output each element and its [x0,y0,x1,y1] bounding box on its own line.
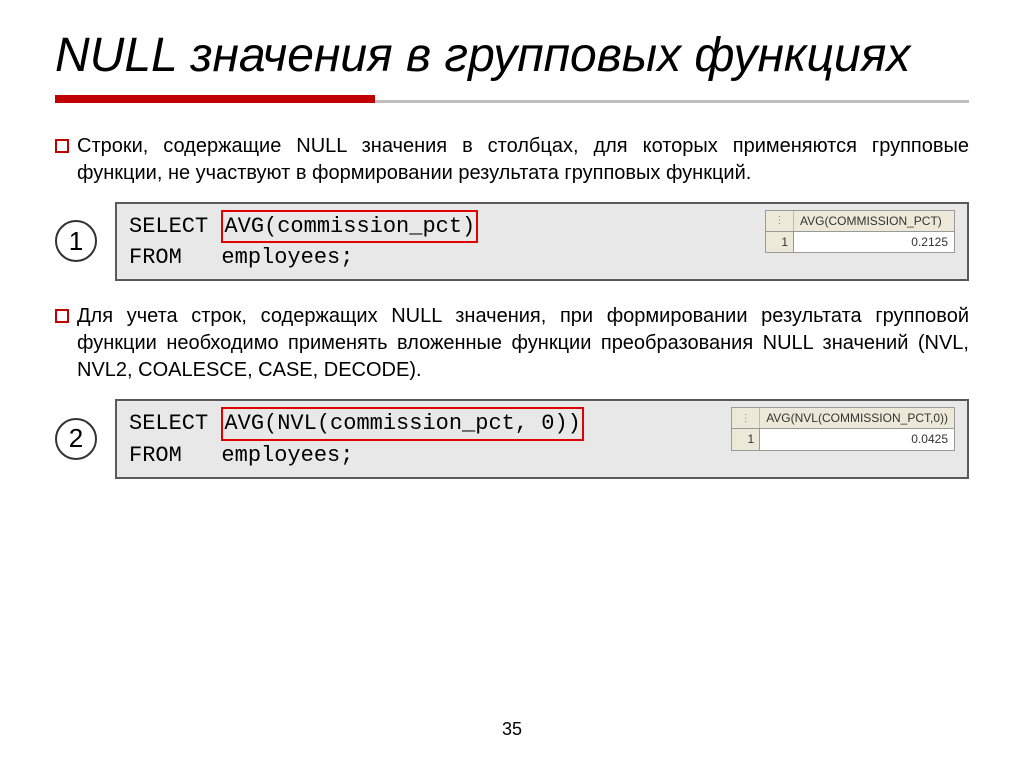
code-highlight: AVG(NVL(commission_pct, 0)) [221,407,583,441]
code-text: SELECT AVG(commission_pct) FROM employee… [129,210,478,273]
result-column-header: AVG(COMMISSION_PCT) [794,211,954,231]
bullet-2-text: Для учета строк, содержащих NULL значени… [77,303,969,384]
row-indicator-icon: ⋮ [766,211,794,231]
code-text: SELECT AVG(NVL(commission_pct, 0)) FROM … [129,407,584,470]
page-number: 35 [0,719,1024,740]
example-2: 2 SELECT AVG(NVL(commission_pct, 0)) FRO… [55,399,969,478]
example-1: 1 SELECT AVG(commission_pct) FROM employ… [55,202,969,281]
bullet-square-icon [55,309,69,323]
bullet-square-icon [55,139,69,153]
row-index: 1 [766,232,794,252]
result-table-2: ⋮ AVG(NVL(COMMISSION_PCT,0)) 1 0.0425 [731,407,955,450]
example-number: 2 [55,418,97,460]
bullet-1-text: Строки, содержащие NULL значения в столб… [77,133,969,187]
result-value: 0.0425 [760,429,954,449]
row-indicator-icon: ⋮ [732,408,760,428]
code-highlight: AVG(commission_pct) [221,210,478,244]
code-box-2: SELECT AVG(NVL(commission_pct, 0)) FROM … [115,399,969,478]
result-column-header: AVG(NVL(COMMISSION_PCT,0)) [760,408,954,428]
slide-title: NULL значения в групповых функциях [55,30,969,83]
result-table-1: ⋮ AVG(COMMISSION_PCT) 1 0.2125 [765,210,955,253]
bullet-1: Строки, содержащие NULL значения в столб… [55,133,969,187]
result-value: 0.2125 [794,232,954,252]
row-index: 1 [732,429,760,449]
code-box-1: SELECT AVG(commission_pct) FROM employee… [115,202,969,281]
bullet-2: Для учета строк, содержащих NULL значени… [55,303,969,384]
title-underline [55,95,969,105]
example-number: 1 [55,220,97,262]
